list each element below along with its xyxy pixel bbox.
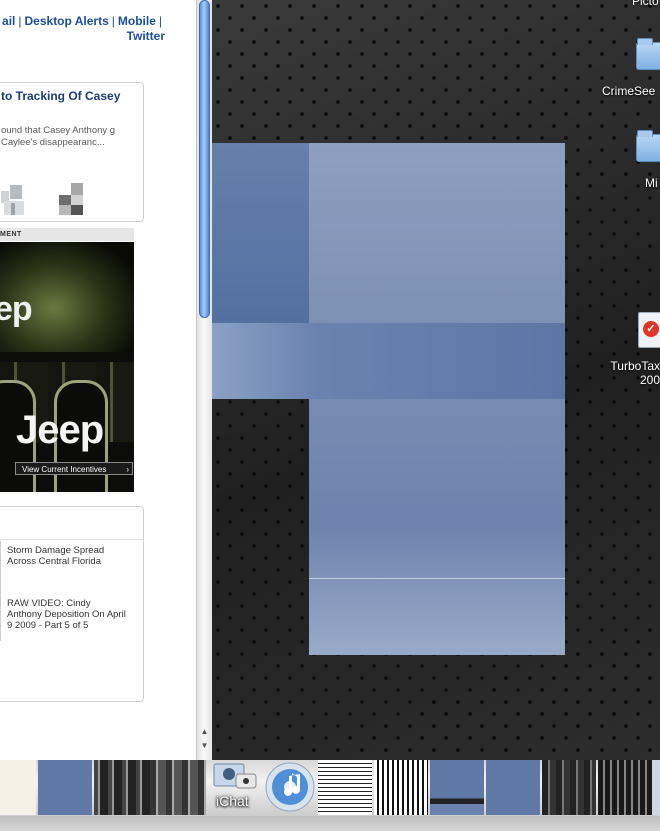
link-twitter[interactable]: Twitter (127, 29, 165, 43)
advertisement-label: MENT (0, 228, 134, 241)
desktop-icon-crimesee[interactable]: CrimeSee (602, 84, 660, 98)
desktop-icon-turbotax[interactable]: TurboTax 200 (604, 359, 660, 387)
dock-thumbnail[interactable] (652, 760, 660, 815)
desktop-icon-label: CrimeSee (602, 84, 656, 98)
story-thumbnail-2[interactable] (57, 183, 85, 217)
scroll-up-arrow-icon[interactable]: ▲ (199, 726, 210, 738)
dock-thumbnail[interactable] (0, 760, 36, 815)
related-link-storm-damage[interactable]: Storm Damage Spread Across Central Flori… (7, 545, 127, 567)
ad-jeep-logo: Jeep (16, 408, 104, 452)
browser-window: ail | Desktop Alerts | Mobile | Twitter to Tr… (0, 0, 212, 760)
story-card: to Tracking Of Casey ound that Casey Ant… (0, 82, 144, 222)
dock-thumbnail[interactable] (598, 760, 652, 815)
view-incentives-button[interactable]: View Current Incentives › (15, 462, 133, 475)
story-thumbnail-1[interactable] (1, 183, 31, 217)
related-videos-card: Storm Damage Spread Across Central Flori… (0, 506, 144, 702)
dock-thumbnail[interactable] (94, 760, 150, 815)
dock-thumbnail[interactable] (150, 760, 206, 815)
web-page: ail | Desktop Alerts | Mobile | Twitter to Tr… (0, 0, 196, 760)
folder-icon[interactable] (636, 130, 660, 162)
dock-thumbnail[interactable] (318, 760, 372, 815)
related-link-cindy-deposition[interactable]: RAW VIDEO: Cindy Anthony Deposition On A… (7, 598, 127, 631)
turbotax-icon[interactable]: ✓ (638, 312, 660, 348)
blank-window-left[interactable] (212, 143, 309, 323)
divider (0, 541, 1, 641)
dock-thumbnail[interactable] (374, 760, 428, 815)
desktop-icon-pictures[interactable]: Picto (632, 0, 660, 8)
divider (0, 539, 143, 540)
blank-window-divider (309, 578, 565, 579)
scroll-down-arrow-icon[interactable]: ▼ (199, 740, 210, 752)
ad-logo-partial: ep (0, 290, 33, 328)
story-summary: ound that Casey Anthony g Caylee's disap… (1, 125, 116, 148)
desktop-icon-label: Mi (645, 176, 658, 190)
blank-window-band (212, 323, 565, 399)
desktop-icon-label: TurboTax 200 (610, 359, 660, 387)
desktop-icon-mi[interactable]: Mi (645, 176, 660, 190)
jeep-ad-banner[interactable]: ep Jeep View Current Incentives › (0, 242, 134, 492)
dock-thumbnail[interactable] (430, 760, 484, 815)
vertical-scrollbar[interactable]: ▲ ▼ (196, 0, 212, 760)
scroll-thumb[interactable] (199, 0, 210, 318)
ichat-label: iChat (216, 793, 249, 809)
link-desktop-alerts[interactable]: Desktop Alerts (25, 14, 109, 28)
dock: iChat (0, 760, 660, 831)
itunes-icon[interactable] (262, 760, 318, 815)
link-mobile[interactable]: Mobile (118, 14, 156, 28)
dock-thumbnail[interactable] (542, 760, 596, 815)
cta-label: View Current Incentives (22, 465, 107, 474)
dock-thumbnail[interactable] (486, 760, 540, 815)
dock-reflection (0, 816, 660, 831)
link-email[interactable]: ail (2, 14, 15, 28)
desktop-icon-label: Picto (632, 0, 659, 8)
chevron-right-icon: › (126, 465, 129, 474)
dock-thumbnail[interactable] (38, 760, 92, 815)
folder-icon[interactable] (636, 38, 660, 70)
story-title[interactable]: to Tracking Of Casey (1, 89, 151, 103)
top-links: ail | Desktop Alerts | Mobile | Twitter (2, 14, 165, 43)
